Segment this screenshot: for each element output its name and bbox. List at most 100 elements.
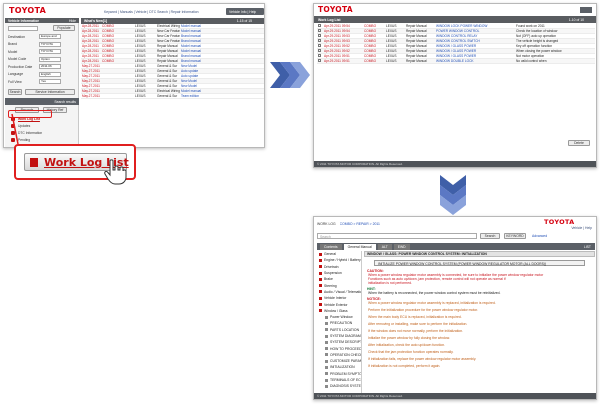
notice-line: If initialization fails, replace the pow… — [368, 357, 477, 361]
toyota-logo-3: TOYOTA — [544, 218, 575, 226]
folder-icon — [319, 296, 322, 300]
manual-topright[interactable]: Vehicle | Help — [571, 226, 592, 230]
vehicle-field-select[interactable]: Yes — [39, 79, 61, 85]
vehicle-field-select[interactable]: English — [39, 71, 61, 77]
row-category: New Car Features — [156, 33, 180, 40]
breadcrumb[interactable]: COMBO > REPAIR > 2011 — [340, 222, 380, 226]
notice-line: After initialization, check the auto up/… — [368, 343, 446, 347]
manual-tree-label: PRECAUTION — [330, 321, 353, 326]
manual-breadcrumb-bar: WORK LOG COMBO > REPAIR > 2011 — [317, 221, 380, 227]
manual-tab[interactable]: Contents — [320, 244, 342, 250]
manual-tree-item[interactable]: Audio / Visual / Telematics — [317, 289, 361, 295]
top-right-label: Vehicle Info | Help — [229, 9, 257, 14]
manual-tree-label: CUSTOMIZE PARAMETERS — [330, 359, 361, 364]
manual-search-button[interactable]: Search — [480, 233, 500, 239]
exit-button[interactable] — [580, 7, 592, 13]
row-link[interactable]: Team edition — [180, 93, 222, 100]
folder-icon — [325, 321, 328, 325]
vehicle-field-select[interactable]: TOYOTA — [39, 41, 61, 47]
manual-tree-label: Power Window — [330, 315, 353, 320]
manual-content: WINDOW / GLASS: POWER WINDOW CONTROL SYS… — [364, 251, 595, 393]
search-button[interactable]: Search — [8, 89, 22, 95]
advanced-link[interactable]: Advanced — [532, 234, 547, 238]
whats-new-range: 1-15 of 15 — [236, 19, 252, 23]
table-row[interactable]: Apr.29.2011 09:51 COMBO LEXUS Repair Manual… — [317, 58, 595, 65]
vehicle-field-label: Full View — [8, 79, 22, 84]
manual-tree-label: Audio / Visual / Telematics — [324, 289, 361, 294]
vehicle-field-label: Language — [8, 72, 24, 77]
vin-input[interactable] — [8, 26, 38, 31]
arrow-down-icon — [440, 175, 466, 215]
toyota-logo-2: TOYOTA — [318, 5, 353, 14]
vehicle-field-select[interactable]: TOYOTA — [39, 49, 61, 55]
worklog-link[interactable]: WORK LOG — [317, 222, 336, 226]
manual-tree-label: Window / Glass — [324, 308, 348, 313]
vehicle-field-label: Model — [8, 49, 18, 54]
row-date: May.27.2011 — [81, 68, 101, 75]
row-model: LEXUS — [134, 93, 156, 100]
worklog-icon — [30, 158, 38, 167]
table-row[interactable]: May.27.2011 LEXUS General & Sur Team editio… — [81, 93, 264, 100]
folder-icon — [319, 265, 322, 269]
notice-line: Initialize the power window by fully clo… — [368, 336, 450, 340]
manual-tab[interactable]: ALT — [377, 244, 392, 250]
caution-line: initialization is not performed. — [368, 281, 412, 285]
row-date: Apr.28.2011 — [81, 43, 101, 50]
screenshot-manual: TOYOTA Vehicle | Help WORK LOG COMBO > R… — [313, 216, 597, 400]
manual-tree-label: Drivetrain — [324, 264, 339, 269]
row-title[interactable]: WINDOW DOUBLE LOCK — [435, 58, 515, 65]
whats-new-title: What's New[1] — [84, 19, 108, 23]
vehicle-field-row: Model Code Option — [5, 56, 79, 64]
results-bar: Search results — [5, 98, 79, 105]
row-date: May.27.2011 — [81, 93, 101, 100]
row-date: May.27.2011 — [81, 83, 101, 90]
manual-tree-label: Suspension — [324, 271, 342, 276]
manual-tab[interactable]: General Manual — [343, 244, 376, 250]
manual-tab[interactable]: EWD — [393, 244, 410, 250]
vehicle-field-select[interactable]: Europe and General — [39, 34, 61, 40]
vehicle-field-label: Production Date — [8, 64, 33, 69]
folder-icon — [325, 365, 328, 369]
manual-search-input[interactable]: Search — [317, 233, 477, 239]
tab-list[interactable]: LIST — [584, 245, 591, 249]
keyword-button[interactable]: KEYWORD — [504, 233, 526, 239]
top-right-links[interactable]: Vehicle Info | Help — [226, 8, 264, 15]
vehicle-field-row: Brand TOYOTA — [5, 41, 79, 49]
manual-tree-label: SYSTEM DESCRIPTION — [330, 340, 361, 345]
service-info-button[interactable]: Service Information — [25, 89, 75, 95]
content-title: WINDOW / GLASS: POWER WINDOW CONTROL SYS… — [367, 252, 487, 256]
row-category: Repair Manual — [156, 58, 180, 65]
vehicle-field-select[interactable]: Option — [39, 56, 61, 62]
manual-tree-label: HOW TO PROCEED — [330, 346, 361, 351]
top-nav[interactable]: Keyword | Manuals | Vehicle | DTC Search… — [104, 10, 199, 14]
vehicle-field-label: Brand — [8, 42, 18, 47]
row-category: Repair Manual — [156, 43, 180, 50]
vehicle-field-row: Production Date 2011.06 — [5, 63, 79, 71]
vehicle-field-label: Destination — [8, 34, 25, 39]
procedure-box: INITIALIZE POWER WINDOW CONTROL SYSTEM (… — [374, 260, 585, 266]
row-category: New Car Features — [156, 28, 180, 35]
results-label[interactable]: Search results — [54, 100, 76, 104]
content-title-bar: WINDOW / GLASS: POWER WINDOW CONTROL SYS… — [364, 251, 595, 257]
delete-button[interactable]: Delete — [568, 140, 590, 146]
hand-pointer-icon — [104, 159, 127, 185]
row-date: May.27.2011 — [81, 88, 101, 95]
vehicle-field-row: Model TOYOTA — [5, 48, 79, 56]
row-date: May.27.2011 — [81, 78, 101, 85]
notice-line: When the main body ECU is replaced, init… — [368, 315, 462, 319]
row-manual: Repair Manual — [405, 58, 435, 65]
vehicle-field-select[interactable]: 2011.06 — [39, 64, 61, 70]
folder-icon — [325, 340, 328, 344]
populate-button[interactable]: Populate — [53, 25, 75, 31]
manual-tree-label: SYSTEM DIAGRAM — [330, 334, 361, 338]
vehicle-field-row: Full View Yes — [5, 78, 79, 86]
row-date: Apr.28.2011 — [81, 58, 101, 65]
folder-icon — [325, 347, 328, 351]
manual-tree-label: Vehicle Exterior — [324, 302, 348, 307]
screenshot-vehicle-info: TOYOTA Keyword | Manuals | Vehicle | DTC… — [3, 3, 265, 148]
manual-tree-item[interactable]: DIAGNOSIS SYSTEM — [317, 383, 361, 389]
worklog-range: 1-10 of 10 — [568, 17, 584, 22]
folder-icon — [325, 353, 328, 357]
manual-tree-item[interactable]: Engine / Hybrid / Battery — [317, 257, 361, 263]
vehicle-field-row: Language English — [5, 71, 79, 79]
